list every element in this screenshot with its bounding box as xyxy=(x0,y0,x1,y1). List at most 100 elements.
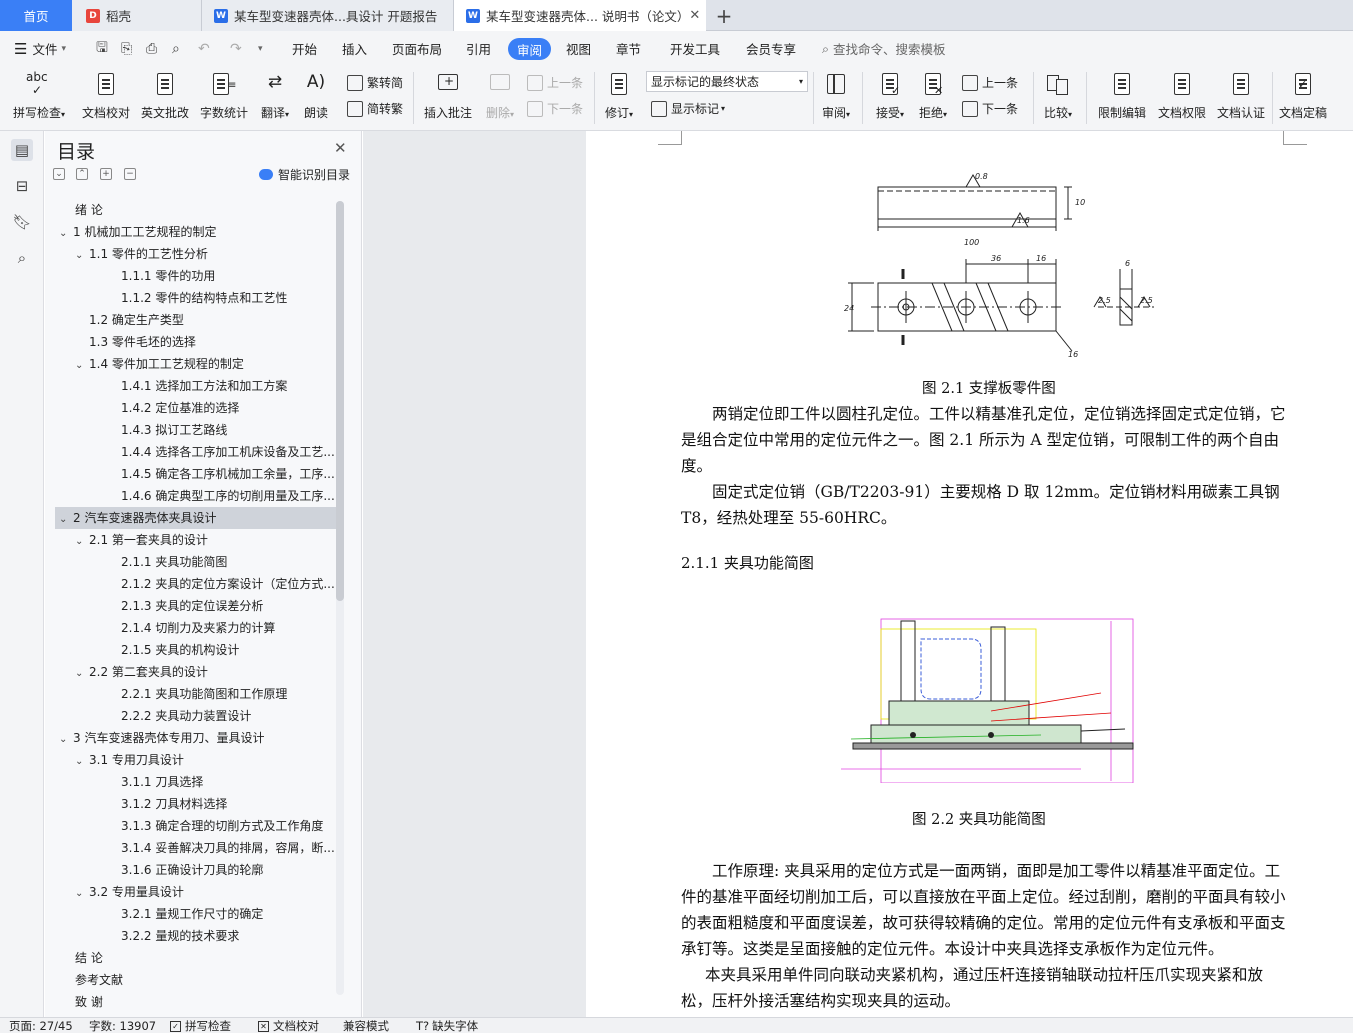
toc-item[interactable]: 1.4.3 拟订工艺路线 xyxy=(107,419,336,441)
chevron-down-icon[interactable]: ⌄ xyxy=(75,245,89,265)
proofread-status[interactable]: ✕ 文档校对 xyxy=(258,1018,319,1034)
spell-check-button[interactable]: abc ✓ 拼写检查▾ xyxy=(8,70,70,126)
english-correction-button[interactable]: 英文批改 xyxy=(139,70,191,126)
toc-item[interactable]: 2.1.4 切削力及夹紧力的计算 xyxy=(107,617,336,639)
toc-item[interactable]: ⌄ 3.2 专用量具设计 xyxy=(75,881,336,903)
document-rights-button[interactable]: 文档权限 xyxy=(1154,70,1210,126)
menu-layout[interactable]: 页面布局 xyxy=(392,31,442,66)
menu-member[interactable]: 会员专享 xyxy=(746,31,796,66)
compatibility-mode-status[interactable]: 兼容模式 xyxy=(343,1018,389,1034)
toc-item[interactable]: 3.1.6 正确设计刀具的轮廓 xyxy=(107,859,336,881)
close-tab-icon[interactable]: ✕ xyxy=(689,8,700,23)
print-icon[interactable]: ⎙ xyxy=(146,31,157,66)
toc-item[interactable]: 2.1.3 夹具的定位误差分析 xyxy=(107,595,336,617)
compare-button[interactable]: 比较▾ xyxy=(1038,70,1078,126)
restrict-editing-button[interactable]: 限制编辑 xyxy=(1094,70,1150,126)
toc-item[interactable]: ⌄ 2.2 第二套夹具的设计 xyxy=(75,661,336,683)
menu-chapter[interactable]: 章节 xyxy=(616,31,641,66)
toc-item[interactable]: ⌄ 3.1 专用刀具设计 xyxy=(75,749,336,771)
toc-item[interactable]: 2.1.5 夹具的机构设计 xyxy=(107,639,336,661)
toc-item[interactable]: 2.1.1 夹具功能简图 xyxy=(107,551,336,573)
document-certify-button[interactable]: 文档认证 xyxy=(1213,70,1269,126)
word-count-button[interactable]: ≡ 字数统计 xyxy=(197,70,251,126)
file-menu[interactable]: ☰ 文件 ▾ xyxy=(14,31,66,66)
next-comment-button[interactable]: 下一条 xyxy=(527,100,583,117)
menu-review[interactable]: 审阅 xyxy=(508,38,552,60)
next-change-button[interactable]: 下一条 xyxy=(962,100,1018,117)
page-indicator[interactable]: 页面: 27/45 xyxy=(9,1018,73,1034)
toc-item[interactable]: 2.2.1 夹具功能简图和工作原理 xyxy=(107,683,336,705)
smart-toc-button[interactable]: 智能识别目录 xyxy=(259,166,350,183)
reject-button[interactable]: ✕ 拒绝▾ xyxy=(914,70,952,126)
tab-document-2[interactable]: W 某车型变速器壳体... 说明书（论文） ✕ xyxy=(454,0,706,31)
toc-item[interactable]: 3.2.1 量规工作尺寸的确定 xyxy=(107,903,336,925)
undo-icon[interactable]: ↶ xyxy=(198,31,210,66)
accept-button[interactable]: ✓ 接受▾ xyxy=(871,70,909,126)
chevron-down-icon[interactable]: ⌄ xyxy=(59,223,73,243)
command-search[interactable]: ⌕ 查找命令、搜索模板 xyxy=(822,31,946,66)
chapter-nav-icon[interactable]: ⊟ xyxy=(11,175,33,197)
proofread-button[interactable]: 文档校对 xyxy=(78,70,134,126)
toc-item[interactable]: 3.2.2 量规的技术要求 xyxy=(107,925,336,947)
menu-developer[interactable]: 开发工具 xyxy=(670,31,720,66)
spell-check-status[interactable]: ✓ 拼写检查 xyxy=(170,1018,231,1034)
expand-up-icon[interactable]: ⌃ xyxy=(76,168,88,180)
toc-item[interactable]: ⌄ 1 机械加工工艺规程的制定 xyxy=(59,221,336,243)
chevron-down-icon[interactable]: ⌄ xyxy=(75,663,89,683)
toc-item[interactable]: ⌄ 1.1 零件的工艺性分析 xyxy=(75,243,336,265)
translate-button[interactable]: ⇄ 翻译▾ xyxy=(255,70,295,126)
review-pane-button[interactable]: 审阅▾ xyxy=(817,70,855,126)
toc-item[interactable]: 1.1.2 零件的结构特点和工艺性 xyxy=(107,287,336,309)
toc-item[interactable]: 1.4.4 选择各工序加工机床设备及工艺... xyxy=(107,441,336,463)
previous-change-button[interactable]: 上一条 xyxy=(962,74,1018,91)
toc-item[interactable]: 2.2.2 夹具动力装置设计 xyxy=(107,705,336,727)
toc-item[interactable]: 3.1.3 确定合理的切削方式及工作角度 xyxy=(107,815,336,837)
toc-item[interactable]: ⌄ 3 汽车变速器壳体专用刀、量具设计 xyxy=(59,727,336,749)
collapse-all-icon[interactable]: ⌄ xyxy=(53,168,65,180)
quick-access-dropdown-icon[interactable]: ▾ xyxy=(258,31,263,66)
toc-item[interactable]: 1.4.2 定位基准的选择 xyxy=(107,397,336,419)
insert-comment-button[interactable]: + 插入批注 xyxy=(420,70,476,126)
export-icon[interactable]: ⎘ xyxy=(121,31,132,66)
traditional-to-simplified-button[interactable]: 繁转简 xyxy=(347,74,403,91)
toc-item[interactable]: ⌄ 2.1 第一套夹具的设计 xyxy=(75,529,336,551)
toc-item[interactable]: 1.3 零件毛坯的选择 xyxy=(75,331,336,353)
toc-scroll-thumb[interactable] xyxy=(336,201,344,601)
delete-comment-button[interactable]: 删除▾ xyxy=(480,70,520,126)
finalize-document-button[interactable]: ✓ 文档定稿 xyxy=(1275,70,1331,126)
close-icon[interactable]: ✕ xyxy=(334,139,347,157)
menu-view[interactable]: 视图 xyxy=(566,31,591,66)
expand-all-icon[interactable]: + xyxy=(100,168,112,180)
chevron-down-icon[interactable]: ⌄ xyxy=(75,531,89,551)
toc-item[interactable]: 1.4.6 确定典型工序的切削用量及工序... xyxy=(107,485,336,507)
chevron-down-icon[interactable]: ⌄ xyxy=(59,729,73,749)
chevron-down-icon[interactable]: ⌄ xyxy=(59,509,73,529)
save-icon[interactable]: 🖫 xyxy=(96,31,108,66)
simplified-to-traditional-button[interactable]: 简转繁 xyxy=(347,100,403,117)
chevron-down-icon[interactable]: ⌄ xyxy=(75,355,89,375)
tab-document-1[interactable]: W 某车型变速器壳体...具设计 开题报告 xyxy=(202,0,454,31)
menu-references[interactable]: 引用 xyxy=(466,31,491,66)
toc-item[interactable]: 2.1.2 夹具的定位方案设计（定位方式... xyxy=(107,573,336,595)
toc-item[interactable]: ⌄ 2 汽车变速器壳体夹具设计 xyxy=(55,507,336,529)
toc-item[interactable]: 1.2 确定生产类型 xyxy=(75,309,336,331)
tab-home[interactable]: 首页 xyxy=(0,0,72,31)
redo-icon[interactable]: ↷ xyxy=(230,31,242,66)
search-icon[interactable]: ⌕ xyxy=(11,247,33,269)
toc-item[interactable]: ⌄ 1.4 零件加工工艺规程的制定 xyxy=(75,353,336,375)
menu-insert[interactable]: 插入 xyxy=(342,31,367,66)
print-preview-icon[interactable]: ⌕ xyxy=(172,31,180,66)
show-markup-button[interactable]: 显示标记 ▾ xyxy=(651,100,725,117)
tab-daoke[interactable]: D 稻壳 xyxy=(72,0,202,31)
missing-font-status[interactable]: T? 缺失字体 xyxy=(416,1018,478,1034)
toc-item[interactable]: 结 论 xyxy=(59,947,336,969)
new-tab-button[interactable]: + xyxy=(712,0,736,31)
toc-item[interactable]: 3.1.4 妥善解决刀具的排屑，容屑，断... xyxy=(107,837,336,859)
toc-item[interactable]: 1.4.5 确定各工序机械加工余量，工序... xyxy=(107,463,336,485)
bookmark-icon[interactable]: 🔖︎ xyxy=(11,211,33,233)
markup-state-select[interactable]: 显示标记的最终状态 ▾ xyxy=(646,71,808,92)
chevron-down-icon[interactable]: ⌄ xyxy=(75,751,89,771)
toc-item[interactable]: 1.1.1 零件的功用 xyxy=(107,265,336,287)
toc-item[interactable]: 3.1.1 刀具选择 xyxy=(107,771,336,793)
track-changes-button[interactable]: 修订▾ xyxy=(600,70,638,126)
